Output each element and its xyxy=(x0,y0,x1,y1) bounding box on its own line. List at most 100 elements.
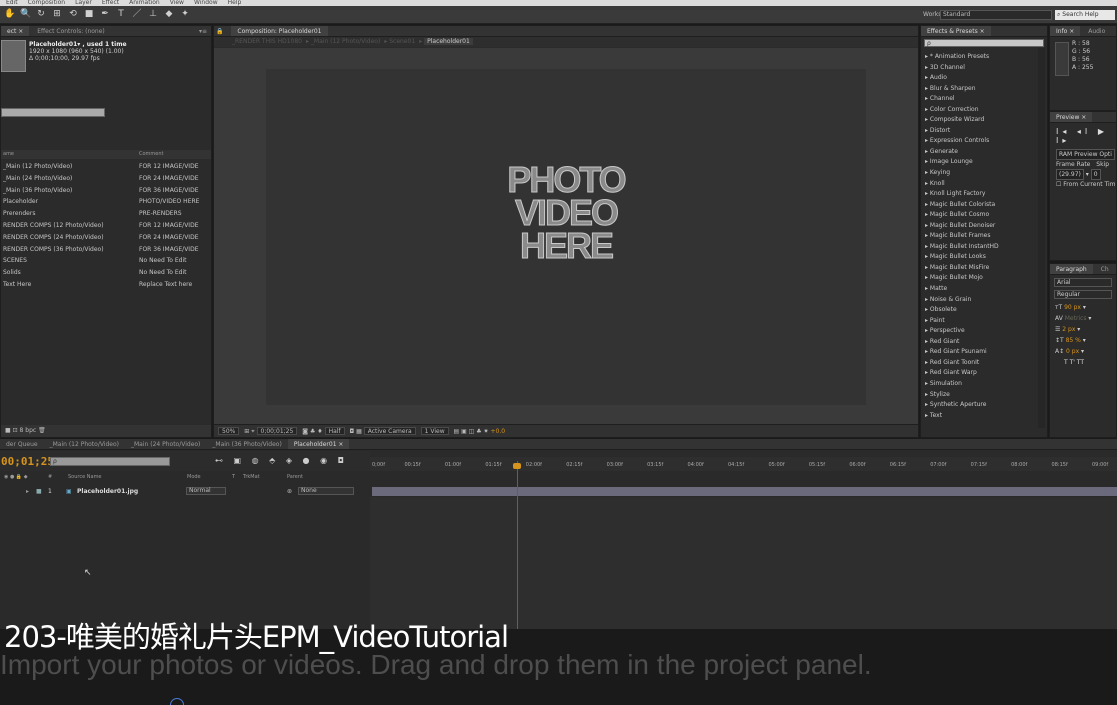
workspace-select[interactable]: Standard xyxy=(940,10,1052,20)
panel-menu-icon[interactable]: ▾≡ xyxy=(199,26,207,37)
font-family-select[interactable]: Arial xyxy=(1054,278,1112,287)
exposure-value[interactable]: +0.0 xyxy=(491,428,506,435)
project-item[interactable]: _Main (12 Photo/Video) FOR 12 IMAGE/VIDE xyxy=(1,161,211,173)
timeline-tab[interactable]: _Main (36 Photo/Video) xyxy=(206,439,287,449)
from-current-time-checkbox[interactable]: ☐ From Current Tim xyxy=(1050,180,1116,189)
current-time-display[interactable]: 0;00;01;25 xyxy=(256,427,298,435)
parent-select[interactable]: None xyxy=(298,487,354,495)
tab-audio[interactable]: Audio xyxy=(1082,26,1111,36)
new-comp-icon[interactable]: ⊡ xyxy=(13,427,18,434)
tool-icon-8[interactable]: ／ xyxy=(132,9,142,20)
effect-category[interactable]: ▸ Audio xyxy=(921,73,1047,84)
effect-category[interactable]: ▸ Channel xyxy=(921,94,1047,105)
project-item[interactable]: Prerenders PRE-RENDERS xyxy=(1,208,211,220)
font-size-row[interactable]: ᴛT 90 px ▾ xyxy=(1050,302,1116,313)
effect-category[interactable]: ▸ Composite Wizard xyxy=(921,115,1047,126)
comp-frame[interactable]: PHOTO VIDEO HERE xyxy=(266,69,866,405)
project-item[interactable]: Placeholder PHOTO/VIDEO HERE xyxy=(1,196,211,208)
effects-scrollbar[interactable] xyxy=(1038,48,1045,428)
column-trkmat[interactable]: TrkMat xyxy=(243,473,260,482)
tool-icon-0[interactable]: ✋ xyxy=(4,9,15,20)
vertical-scale-row[interactable]: ↕T 85 % ▾ xyxy=(1050,335,1116,346)
effect-category[interactable]: ▸ Blur & Sharpen xyxy=(921,84,1047,95)
layer-name[interactable]: Placeholder01.jpg xyxy=(77,487,138,496)
tool-icon-11[interactable]: ✦ xyxy=(180,9,190,20)
effect-category[interactable]: ▸ Magic Bullet Mojo xyxy=(921,273,1047,284)
baseline-row[interactable]: A↕ 0 px ▾ xyxy=(1050,346,1116,357)
effect-category[interactable]: ▸ Keying xyxy=(921,168,1047,179)
view-layout-select[interactable]: 1 View xyxy=(420,427,449,435)
composition-viewer[interactable]: PHOTO VIDEO HERE xyxy=(214,48,918,424)
project-item[interactable]: RENDER COMPS (12 Photo/Video) FOR 12 IMAG… xyxy=(1,220,211,232)
timeline-switch-icons[interactable]: ⊷ ▣ ◍ ⬘ ◈ ● ◉ ◘ xyxy=(215,456,348,465)
resolution-select[interactable]: Half xyxy=(324,427,345,435)
project-item[interactable]: RENDER COMPS (36 Photo/Video) FOR 36 IMAG… xyxy=(1,244,211,256)
effects-search-input[interactable]: ρ xyxy=(924,39,1044,47)
timeline-timecode[interactable]: 00;01;25 xyxy=(1,455,54,468)
project-search-input[interactable] xyxy=(1,108,105,117)
breadcrumb-current[interactable]: Placeholder01 xyxy=(424,38,473,45)
grid-icon[interactable]: ⊞ ⌖ xyxy=(244,428,254,435)
effect-category[interactable]: ▸ Magic Bullet Colorista xyxy=(921,200,1047,211)
effect-category[interactable]: ▸ * Animation Presets xyxy=(921,52,1047,63)
tool-icon-9[interactable]: ⊥ xyxy=(148,9,158,20)
effect-category[interactable]: ▸ 3D Channel xyxy=(921,63,1047,74)
effect-category[interactable]: ▸ Magic Bullet Cosmo xyxy=(921,210,1047,221)
effect-category[interactable]: ▸ Magic Bullet InstantHD xyxy=(921,242,1047,253)
expand-arrow-icon[interactable]: ▸ xyxy=(26,487,29,496)
effect-category[interactable]: ▸ Knoll Light Factory xyxy=(921,189,1047,200)
effect-category[interactable]: ▸ Magic Bullet Denoiser xyxy=(921,221,1047,232)
pickwhip-icon[interactable]: ⊛ xyxy=(287,487,292,496)
effect-category[interactable]: ▸ Paint xyxy=(921,316,1047,327)
camera-select[interactable]: Active Camera xyxy=(363,427,416,435)
tool-icon-7[interactable]: T xyxy=(116,9,126,20)
zoom-select[interactable]: 50% xyxy=(218,427,240,435)
label-color-icon[interactable]: ■ xyxy=(36,487,42,496)
effect-category[interactable]: ▸ Magic Bullet Frames xyxy=(921,231,1047,242)
caps-buttons[interactable]: T T' TT xyxy=(1050,357,1116,368)
search-help-input[interactable]: ⌕ Search Help xyxy=(1055,10,1115,20)
layer-duration-bar[interactable] xyxy=(372,487,1117,496)
effect-category[interactable]: ▸ Matte xyxy=(921,284,1047,295)
project-item[interactable]: _Main (36 Photo/Video) FOR 36 IMAGE/VIDE xyxy=(1,185,211,197)
project-item[interactable]: SCENES No Need To Edit xyxy=(1,255,211,267)
playback-controls[interactable]: I◂ ◂I ▶ I▸ xyxy=(1050,123,1116,149)
tool-icon-6[interactable]: ✒ xyxy=(100,9,110,20)
timeline-tab[interactable]: Placeholder01 × xyxy=(287,439,350,449)
tool-icon-1[interactable]: 🔍 xyxy=(20,9,31,20)
project-item[interactable]: _Main (24 Photo/Video) FOR 24 IMAGE/VIDE xyxy=(1,173,211,185)
tab-effect-controls[interactable]: Effect Controls: (none) xyxy=(31,26,111,36)
chevron-down-icon[interactable]: ▾ xyxy=(1086,171,1089,178)
timeline-tab[interactable]: _Main (12 Photo/Video) xyxy=(44,439,125,449)
effect-category[interactable]: ▸ Noise & Grain xyxy=(921,295,1047,306)
toggle-icons[interactable]: ▤ ▣ ◫ ♣ ✷ xyxy=(454,428,489,435)
effect-category[interactable]: ▸ Color Correction xyxy=(921,105,1047,116)
tab-paragraph[interactable]: Paragraph xyxy=(1050,264,1093,274)
effect-category[interactable]: ▸ Magic Bullet MisFire xyxy=(921,263,1047,274)
effect-category[interactable]: ▸ Image Lounge xyxy=(921,157,1047,168)
breadcrumb-item[interactable]: Scene01 xyxy=(389,38,415,45)
tab-character[interactable]: Ch xyxy=(1095,264,1115,274)
column-name[interactable]: ame xyxy=(3,150,14,159)
frame-rate-select[interactable]: (29.97) xyxy=(1056,169,1084,180)
tool-icon-4[interactable]: ⟲ xyxy=(68,9,78,20)
stroke-row[interactable]: ☰ 2 px ▾ xyxy=(1050,324,1116,335)
time-ruler[interactable]: 0;00f 00:15f 01:00f 01:15f 02:00f 02:15f 03:00… xyxy=(370,457,1117,471)
bpc-label[interactable]: 8 bpc xyxy=(20,427,37,434)
trash-icon[interactable]: 🗑 xyxy=(38,427,46,434)
effect-category[interactable]: ▸ Red Giant Psunami xyxy=(921,347,1047,358)
tool-icon-10[interactable]: ◆ xyxy=(164,9,174,20)
tab-effects-presets[interactable]: Effects & Presets × xyxy=(921,26,991,36)
font-style-select[interactable]: Regular xyxy=(1054,290,1112,299)
effect-category[interactable]: ▸ Knoll xyxy=(921,179,1047,190)
effect-category[interactable]: ▸ Synthetic Aperture xyxy=(921,400,1047,411)
breadcrumb-item[interactable]: _Main (12 Photo/Video) xyxy=(311,38,380,45)
column-mode[interactable]: Mode xyxy=(187,473,201,482)
tab-composition[interactable]: Composition: Placeholder01 xyxy=(231,26,328,36)
project-item[interactable]: Solids No Need To Edit xyxy=(1,267,211,279)
timeline-search-input[interactable]: ρ xyxy=(50,457,170,466)
skip-input[interactable]: 0 xyxy=(1090,169,1101,180)
effect-category[interactable]: ▸ Red Giant ToonIt xyxy=(921,358,1047,369)
effect-category[interactable]: ▸ Generate xyxy=(921,147,1047,158)
column-parent[interactable]: Parent xyxy=(287,473,303,482)
